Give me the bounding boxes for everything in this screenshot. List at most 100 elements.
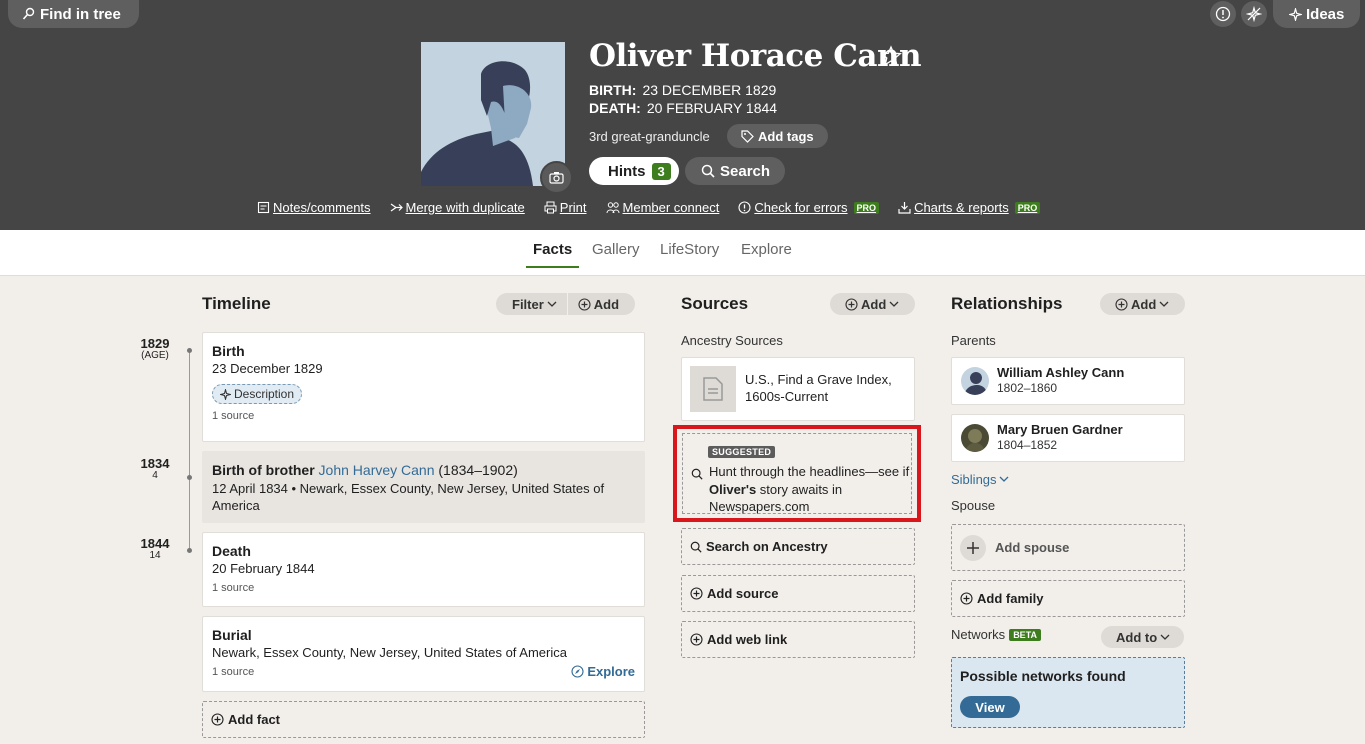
timeline-add-button[interactable]: Add	[566, 293, 635, 315]
age-value: 4	[152, 470, 158, 481]
networks-label: Networks	[951, 627, 1006, 642]
fact-place: Newark, Essex County, New Jersey, United…	[212, 645, 567, 660]
add-web-link-button[interactable]: Add web link	[681, 621, 915, 658]
ideas-button[interactable]: Ideas	[1273, 0, 1360, 28]
source-record-title: U.S., Find a Grave Index, 1600s-Current	[745, 372, 892, 404]
add-family-button[interactable]: Add family	[951, 580, 1185, 617]
charts-reports-link[interactable]: Charts & reports PRO	[898, 200, 1041, 215]
search-on-ancestry-button[interactable]: Search on Ancestry	[681, 528, 915, 565]
merge-icon	[390, 203, 403, 212]
hints-button[interactable]: Hints 3	[589, 157, 679, 185]
alert-button[interactable]	[1210, 1, 1236, 27]
plus-icon	[960, 534, 986, 561]
note-icon	[257, 201, 270, 214]
siblings-toggle[interactable]: Siblings	[951, 472, 1009, 487]
tag-icon	[741, 129, 754, 143]
charts-reports-label: Charts & reports	[914, 200, 1009, 215]
tab-lifestory[interactable]: LifeStory	[660, 241, 719, 266]
fact-card-sibling-birth[interactable]: Birth of brother John Harvey Cann (1834–…	[202, 451, 645, 523]
fact-date: 23 December 1829	[212, 361, 323, 376]
sparkle-slash-icon	[1246, 6, 1262, 22]
brother-link[interactable]: John Harvey Cann	[319, 462, 435, 478]
tab-explore[interactable]: Explore	[741, 241, 792, 266]
plus-circle-icon	[960, 592, 973, 605]
death-value: 20 FEBRUARY 1844	[646, 100, 778, 116]
timeline-dot	[187, 475, 192, 480]
suggested-badge: SUGGESTED	[708, 446, 776, 458]
add-source-button[interactable]: Add source	[681, 575, 915, 612]
fact-source-count[interactable]: 1 source	[212, 582, 635, 594]
add-fact-label: Add fact	[228, 712, 280, 727]
print-label: Print	[559, 200, 587, 215]
download-icon	[898, 202, 911, 214]
suggested-source-card[interactable]: SUGGESTED Hunt through the headlines—see…	[682, 433, 912, 514]
favorite-star-icon[interactable]	[880, 45, 902, 67]
view-networks-button[interactable]: View	[960, 696, 1020, 718]
pro-badge: PRO	[853, 201, 880, 214]
brother-dates: (1834–1902)	[434, 462, 518, 478]
chevron-down-icon	[1159, 301, 1169, 307]
add-photo-button[interactable]	[540, 161, 573, 194]
profile-tabs: Facts Gallery LifeStory Explore	[0, 230, 1365, 276]
year-value: 1829	[140, 336, 170, 351]
source-record-card[interactable]: U.S., Find a Grave Index, 1600s-Current	[681, 357, 915, 421]
notes-comments-link[interactable]: Notes/comments	[257, 200, 371, 215]
plus-circle-icon	[690, 633, 703, 646]
search-button[interactable]: Search	[685, 157, 785, 185]
check-errors-link[interactable]: Check for errors PRO	[738, 200, 880, 215]
merge-duplicate-label: Merge with duplicate	[405, 200, 525, 215]
add-family-label: Add family	[977, 591, 1044, 606]
add-spouse-label: Add spouse	[995, 540, 1070, 555]
search-icon	[701, 164, 715, 178]
ancestry-sources-label: Ancestry Sources	[681, 333, 783, 348]
age-value: 14	[149, 550, 161, 561]
description-tag[interactable]: Description	[212, 384, 303, 404]
add-tags-button[interactable]: Add tags	[727, 124, 828, 148]
notes-comments-label: Notes/comments	[273, 200, 371, 215]
add-fact-button[interactable]: Add fact	[202, 701, 645, 738]
find-in-tree-button[interactable]: Find in tree	[8, 0, 139, 28]
member-connect-link[interactable]: Member connect	[606, 200, 719, 215]
tab-facts[interactable]: Facts	[526, 241, 580, 268]
filter-button[interactable]: Filter	[496, 293, 567, 315]
explore-link[interactable]: Explore	[571, 664, 635, 679]
sources-add-button[interactable]: Add	[830, 293, 915, 315]
search-icon	[690, 541, 702, 553]
print-link[interactable]: Print	[544, 200, 587, 215]
timeline-dot	[187, 348, 192, 353]
suggested-text: Hunt through the headlines—see if Oliver…	[709, 463, 915, 516]
ai-button[interactable]	[1241, 1, 1267, 27]
tree-search-icon	[22, 7, 35, 20]
parent-name: William Ashley Cann	[997, 365, 1125, 380]
tab-gallery[interactable]: Gallery	[592, 241, 640, 266]
timeline-button-group: Filter Add	[496, 293, 636, 315]
pro-badge: PRO	[1014, 201, 1041, 214]
parent-card-father[interactable]: William Ashley Cann 1802–1860	[951, 357, 1185, 405]
plus-circle-icon	[690, 587, 703, 600]
timeline-add-label: Add	[593, 296, 620, 312]
beta-badge: BETA	[1009, 628, 1042, 641]
fact-card-burial[interactable]: Burial Newark, Essex County, New Jersey,…	[202, 616, 645, 692]
add-spouse-button[interactable]: Add spouse	[951, 524, 1185, 571]
print-icon	[544, 201, 557, 214]
profile-photo[interactable]	[421, 42, 565, 186]
search-icon	[691, 468, 703, 480]
chevron-down-icon	[999, 476, 1008, 482]
age-value: (AGE)	[141, 350, 169, 361]
chevron-down-icon	[547, 301, 557, 307]
parent-card-mother[interactable]: Mary Bruen Gardner 1804–1852	[951, 414, 1185, 462]
avatar	[961, 367, 989, 395]
timeline-year: 1844 14	[132, 536, 178, 561]
sources-add-label: Add	[861, 296, 887, 312]
networks-add-to-button[interactable]: Add to	[1101, 626, 1184, 648]
compass-icon	[571, 665, 584, 678]
relationships-add-button[interactable]: Add	[1100, 293, 1185, 315]
merge-duplicate-link[interactable]: Merge with duplicate	[390, 200, 525, 215]
fact-card-birth[interactable]: Birth 23 December 1829 Description 1 sou…	[202, 332, 645, 442]
explore-label: Explore	[587, 664, 635, 679]
fact-source-count[interactable]: 1 source	[212, 410, 635, 422]
fact-card-death[interactable]: Death 20 February 1844 1 source	[202, 532, 645, 607]
birth-vital: BIRTH: 23 DECEMBER 1829	[589, 82, 776, 98]
plus-circle-icon	[578, 297, 591, 311]
camera-icon	[549, 172, 564, 184]
